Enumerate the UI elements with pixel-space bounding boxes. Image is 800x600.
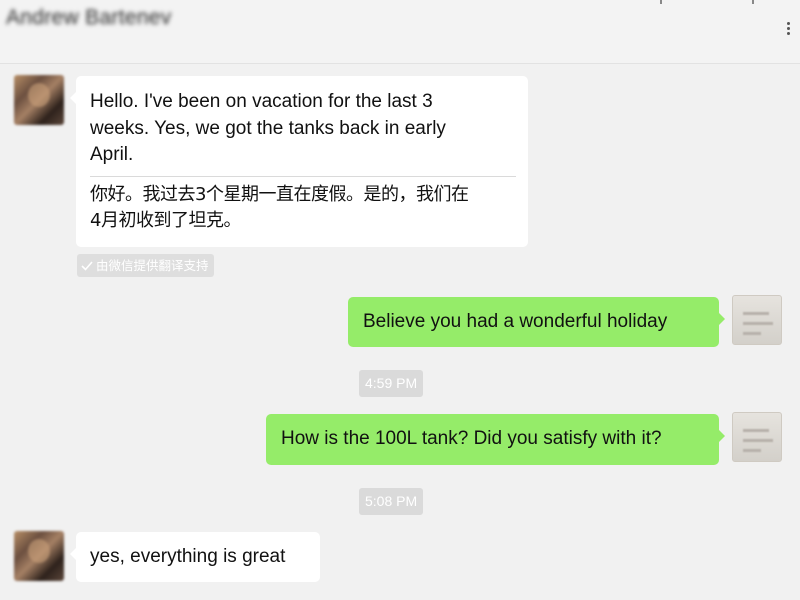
translation-line: 4月初收到了坦克。	[90, 210, 241, 231]
message-line: weeks. Yes, we got the tanks back in ear…	[90, 117, 446, 139]
self-avatar[interactable]	[732, 412, 782, 462]
window-control-mark[interactable]	[660, 0, 662, 4]
window-control-mark[interactable]	[752, 0, 754, 4]
translation-text: 你好。我过去3个星期一直在度假。是的，我们在 4月初收到了坦克。	[90, 182, 516, 235]
message-text: Hello. I've been on vacation for the las…	[90, 89, 516, 169]
message-line: April.	[90, 144, 134, 165]
translation-tag-label: 由微信提供翻译支持	[96, 258, 209, 273]
chat-header: Andrew Bartenev	[0, 0, 800, 64]
message-text: yes, everything is great	[90, 546, 286, 567]
timestamp: 4:59 PM	[359, 370, 424, 397]
incoming-message-bubble[interactable]: Hello. I've been on vacation for the las…	[70, 76, 528, 247]
chat-title[interactable]: Andrew Bartenev	[6, 6, 172, 30]
translation-line: 你好。我过去3个星期一直在度假。是的，我们在	[90, 183, 469, 205]
contact-avatar[interactable]	[14, 75, 64, 125]
outgoing-message-bubble[interactable]: How is the 100L tank? Did you satisfy wi…	[266, 414, 725, 465]
message-line: Hello. I've been on vacation for the las…	[90, 91, 433, 112]
outgoing-message-bubble[interactable]: Believe you had a wonderful holiday	[348, 297, 725, 347]
incoming-message-bubble[interactable]: yes, everything is great	[70, 532, 320, 582]
message-text: Believe you had a wonderful holiday	[363, 311, 668, 332]
translation-divider	[90, 175, 516, 177]
translation-provider-tag[interactable]: 由微信提供翻译支持	[77, 254, 214, 277]
timestamp: 5:08 PM	[359, 488, 424, 515]
more-options-icon[interactable]	[787, 22, 797, 36]
message-text: How is the 100L tank? Did you satisfy wi…	[281, 428, 662, 449]
self-avatar[interactable]	[732, 295, 782, 345]
translate-check-icon	[81, 260, 93, 271]
contact-avatar[interactable]	[14, 531, 64, 581]
